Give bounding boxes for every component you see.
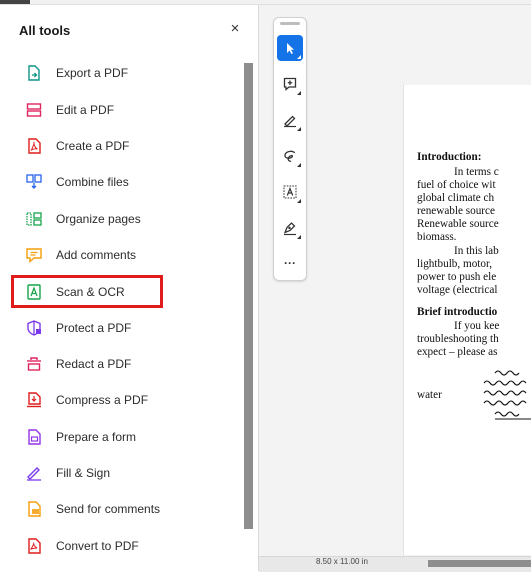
tool-list: Export a PDF Edit a PDF Create a PDF Combin… — [11, 55, 242, 564]
tool-item-label: Export a PDF — [56, 66, 129, 81]
toolbar-grip[interactable] — [280, 22, 300, 25]
select-tool-button[interactable] — [277, 35, 303, 61]
add-comments-icon — [25, 246, 43, 264]
convert-pdf-icon — [25, 537, 43, 555]
tool-item-label: Convert to PDF — [56, 538, 139, 553]
tool-item-add-comments[interactable]: Add comments — [12, 237, 242, 273]
tool-item-label: Add comments — [56, 248, 137, 263]
create-pdf-icon — [25, 137, 43, 155]
tool-item-compress-pdf[interactable]: Compress a PDF — [12, 382, 242, 418]
tool-item-send-comments[interactable]: Send for comments — [12, 491, 242, 527]
doc-line: renewable source — [417, 205, 495, 217]
add-comment-icon — [283, 77, 297, 91]
tool-item-label: Protect a PDF — [56, 320, 132, 335]
panel-scrollbar-thumb[interactable] — [244, 63, 253, 529]
tool-item-create-pdf[interactable]: Create a PDF — [12, 128, 242, 164]
tool-item-edit-pdf[interactable]: Edit a PDF — [12, 91, 242, 127]
doc-line: In terms c — [454, 166, 499, 178]
tool-item-convert-pdf[interactable]: Convert to PDF — [12, 528, 242, 564]
tool-item-label: Send for comments — [56, 502, 161, 517]
tool-item-label: Organize pages — [56, 211, 141, 226]
tool-menu-indicator — [297, 163, 301, 167]
tool-item-label: Edit a PDF — [56, 102, 115, 117]
tool-item-redact-pdf[interactable]: Redact a PDF — [12, 346, 242, 382]
text-box-icon — [283, 185, 297, 199]
panel-title: All tools — [19, 23, 71, 38]
send-comments-icon — [25, 500, 43, 518]
fill-sign-icon — [25, 464, 43, 482]
doc-figure-label-water: water — [417, 389, 442, 401]
horizontal-scrollbar-thumb[interactable] — [428, 560, 531, 567]
highlight-tool-button[interactable] — [277, 107, 303, 133]
select-cursor-icon — [287, 43, 294, 54]
all-tools-panel: All tools × Export a PDF Edit a PDF Create… — [0, 5, 259, 571]
prepare-form-icon — [25, 428, 43, 446]
doc-line: Renewable source — [417, 218, 499, 230]
doc-line: fuel of choice wit — [417, 179, 496, 191]
tool-menu-indicator — [297, 199, 301, 203]
sign-tool-button[interactable] — [277, 215, 303, 241]
tool-item-label: Combine files — [56, 175, 129, 190]
doc-line: power to push ele — [417, 271, 497, 283]
tool-menu-indicator — [297, 91, 301, 95]
combine-files-icon — [25, 173, 43, 191]
document-page: Introduction: In terms c fuel of choice … — [403, 85, 531, 555]
tool-item-label: Scan & OCR — [56, 284, 125, 299]
quick-tools-toolbar: ··· — [273, 17, 307, 281]
doc-line: expect – please as — [417, 346, 498, 358]
redact-pdf-icon — [25, 355, 43, 373]
doc-line: troubleshooting th — [417, 333, 499, 345]
edit-pdf-icon — [25, 101, 43, 119]
doc-line: lightbulb, motor, — [417, 258, 493, 270]
protect-pdf-icon — [25, 319, 43, 337]
doc-line: biomass. — [417, 231, 457, 243]
tool-item-protect-pdf[interactable]: Protect a PDF — [12, 309, 242, 345]
freehand-draw-icon — [284, 150, 296, 163]
tool-item-label: Create a PDF — [56, 138, 130, 153]
water-waves-figure — [483, 370, 531, 420]
doc-line: In this lab — [454, 245, 499, 257]
add-comment-tool-button[interactable] — [277, 71, 303, 97]
tool-item-combine-files[interactable]: Combine files — [12, 164, 242, 200]
tool-item-label: Fill & Sign — [56, 466, 111, 481]
doc-line: voltage (electrical — [417, 284, 498, 296]
top-bar-tab — [0, 0, 30, 4]
doc-line: If you kee — [454, 320, 500, 332]
tool-item-organize-pages[interactable]: Organize pages — [12, 201, 242, 237]
tool-item-prepare-form[interactable]: Prepare a form — [12, 419, 242, 455]
export-pdf-icon — [25, 64, 43, 82]
organize-pages-icon — [25, 210, 43, 228]
scan-ocr-icon — [25, 283, 43, 301]
doc-heading-introduction: Introduction: — [417, 151, 482, 163]
tool-menu-indicator — [297, 235, 301, 239]
tool-menu-indicator — [297, 55, 301, 59]
tool-item-label: Compress a PDF — [56, 393, 149, 408]
tool-menu-indicator — [297, 127, 301, 131]
compress-pdf-icon — [25, 391, 43, 409]
tool-item-scan-ocr[interactable]: Scan & OCR — [11, 275, 163, 309]
more-tools-button[interactable]: ··· — [277, 250, 303, 276]
draw-tool-button[interactable] — [277, 143, 303, 169]
tool-item-label: Prepare a form — [56, 429, 137, 444]
doc-line: global climate ch — [417, 192, 495, 204]
highlight-pen-icon — [284, 115, 296, 128]
tool-item-export-pdf[interactable]: Export a PDF — [12, 55, 242, 91]
tool-item-label: Redact a PDF — [56, 356, 132, 371]
doc-heading-brief-introduction: Brief introductio — [417, 306, 498, 318]
text-box-tool-button[interactable] — [277, 179, 303, 205]
page-size-label: 8.50 x 11.00 in — [316, 557, 368, 566]
tool-item-fill-sign[interactable]: Fill & Sign — [12, 455, 242, 491]
sign-icon — [283, 222, 296, 236]
close-panel-button[interactable]: × — [228, 21, 242, 36]
